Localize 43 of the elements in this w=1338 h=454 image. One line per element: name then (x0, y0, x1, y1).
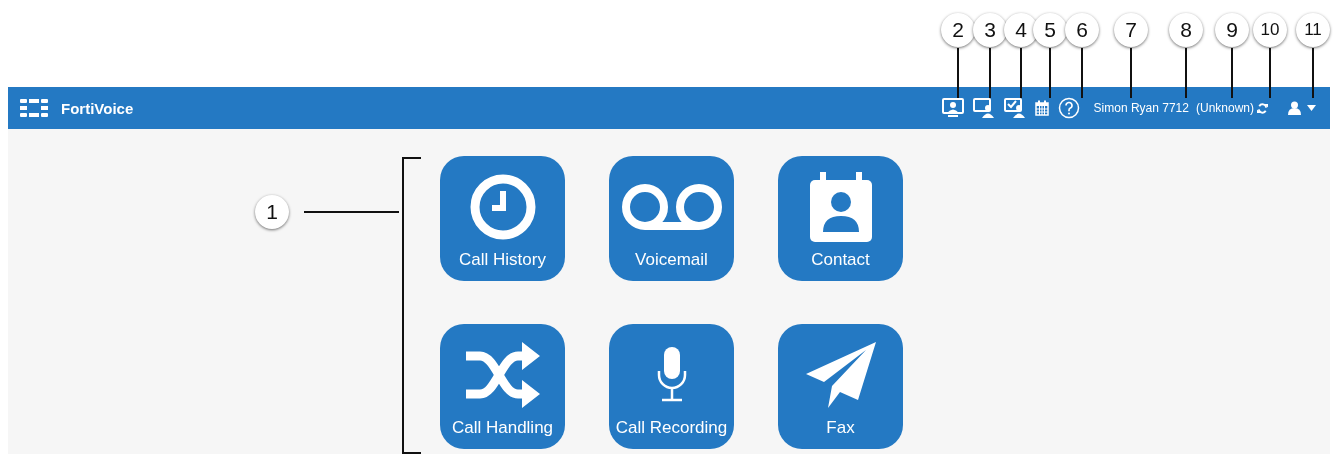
app-tile[interactable]: Fax (778, 324, 903, 449)
callout-badge: 8 (1169, 13, 1203, 47)
caret-icon[interactable] (1307, 105, 1316, 111)
leader-line (1312, 48, 1314, 98)
microphone-icon (655, 347, 688, 403)
app-tile[interactable]: Contact (778, 156, 903, 281)
logo-icon (20, 99, 48, 117)
refresh-icon[interactable] (1257, 102, 1268, 114)
leader-line (1269, 48, 1271, 98)
status-text: (Unknown) (1195, 101, 1254, 115)
leader-line (989, 48, 991, 98)
leader-line (1231, 48, 1233, 98)
callout-badge: 3 (973, 13, 1007, 47)
leader-line (1185, 48, 1187, 98)
callout-badge: 9 (1215, 13, 1249, 47)
monitor-person-icon[interactable] (941, 98, 964, 118)
user-icon[interactable] (1288, 101, 1301, 115)
callout-badge: 5 (1033, 13, 1067, 47)
app-tile[interactable]: Call Handling (440, 324, 565, 449)
leader-line (1081, 48, 1083, 98)
clock-icon (469, 174, 536, 240)
app-tile[interactable]: Call History (440, 156, 565, 281)
callout-badge: 7 (1114, 13, 1148, 47)
callout-badge: 6 (1065, 13, 1099, 47)
voicemail-icon (619, 182, 724, 232)
callout-badge: 11 (1296, 13, 1330, 47)
app-tile[interactable]: Call Recording (609, 324, 734, 449)
leader-line (957, 48, 959, 98)
callout-badge: 10 (1253, 13, 1287, 47)
shuffle-icon (465, 342, 540, 408)
callout-badge: 2 (941, 13, 975, 47)
calendar-icon[interactable] (1034, 100, 1049, 116)
leader-line (1049, 48, 1051, 98)
user-name: Simon Ryan 7712 (1093, 101, 1189, 115)
monitor-check-person-icon[interactable] (1003, 98, 1026, 118)
app-tile[interactable]: Voicemail (609, 156, 734, 281)
paper-plane-icon (805, 342, 876, 408)
leader-line (1130, 48, 1132, 98)
monitor-person-icon[interactable] (972, 98, 995, 118)
app-title: FortiVoice (61, 99, 134, 117)
leader-line (1020, 48, 1022, 98)
contact-card-icon (809, 172, 872, 242)
help-icon[interactable] (1057, 97, 1080, 119)
